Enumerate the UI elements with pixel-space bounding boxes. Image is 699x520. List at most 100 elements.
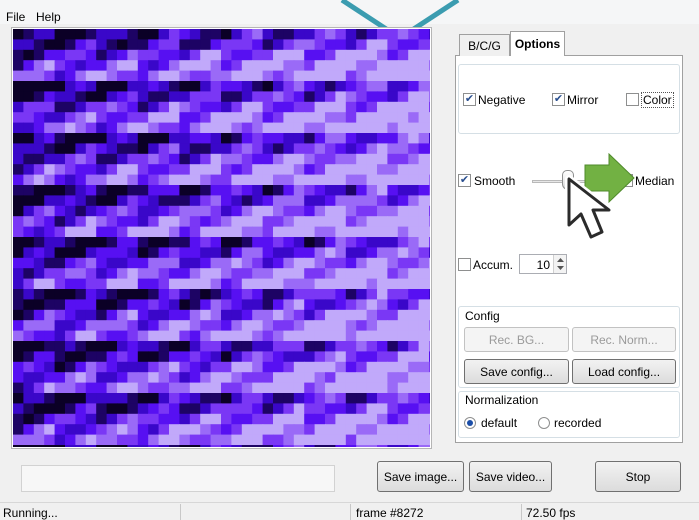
video-pixel [335,122,347,134]
recorded-radio[interactable] [538,417,550,429]
video-pixel [65,70,76,82]
video-pixel [387,226,399,238]
rec-norm-button[interactable]: Rec. Norm... [572,327,676,352]
video-pixel [189,351,201,363]
tab-options[interactable]: Options [510,31,565,56]
video-pixel [169,164,180,176]
video-pixel [377,434,388,446]
save-config-button[interactable]: Save config... [464,359,569,384]
video-pixel [65,237,76,248]
video-pixel [345,226,357,238]
accum-spin-arrows[interactable] [553,255,566,273]
save-video-button[interactable]: Save video... [469,461,552,492]
video-pixel [106,195,118,207]
video-pixel [387,205,399,217]
video-pixel [148,393,160,404]
video-pixel [96,237,108,248]
video-pixel [75,164,87,176]
video-pixel [377,226,388,238]
video-pixel [210,247,222,259]
video-pixel [293,372,305,384]
video-pixel [169,39,180,51]
video-pixel [200,29,212,40]
video-pixel [356,382,368,394]
video-pixel [293,237,305,248]
video-pixel [33,237,45,248]
video-pixel [418,299,430,311]
video-pixel [189,143,201,155]
video-pixel [117,143,128,155]
video-pixel [304,424,316,436]
video-pixel [169,91,180,103]
video-pixel [283,434,295,446]
menu-file[interactable]: File [6,10,25,24]
smooth-checkbox[interactable]: ✔ [458,174,471,187]
video-pixel [397,289,409,300]
video-pixel [148,320,160,332]
video-pixel [210,205,222,217]
load-config-button[interactable]: Load config... [572,359,676,384]
accum-value: 10 [536,258,550,272]
tab-bcg[interactable]: B/C/G [459,34,510,56]
video-pixel [221,289,232,300]
default-radio[interactable] [464,417,476,429]
video-pixel [418,413,430,425]
video-pixel [85,29,97,40]
video-pixel [13,434,24,446]
video-pixel [44,330,56,342]
video-pixel [75,361,87,373]
video-pixel [75,413,87,425]
video-pixel [85,372,97,384]
video-pixel [304,361,316,373]
video-pixel [221,351,232,363]
video-pixel [335,424,347,436]
video-pixel [106,382,118,394]
video-pixel [127,39,139,51]
video-pixel [356,49,368,61]
video-pixel [44,164,56,176]
mirror-checkbox[interactable]: ✔ [552,93,565,106]
video-pixel [429,351,430,363]
video-pixel [408,268,420,280]
video-pixel [397,393,409,404]
video-pixel [429,330,430,342]
negative-checkbox[interactable]: ✔ [463,93,476,106]
video-pixel [44,60,56,72]
video-pixel [137,205,149,217]
video-pixel [96,309,108,321]
video-pixel [335,247,347,259]
video-pixel [304,122,316,134]
normalization-title: Normalization [465,393,539,407]
video-pixel [127,247,139,259]
accum-spinbox[interactable]: 10 [519,254,567,274]
video-pixel [158,445,170,447]
video-pixel [44,237,56,248]
video-pixel [127,49,139,61]
video-pixel [13,361,24,373]
video-pixel [377,299,388,311]
video-pixel [210,361,222,373]
video-pixel [325,351,336,363]
video-pixel [283,60,295,72]
video-pixel [377,247,388,259]
video-pixel [200,268,212,280]
rec-bg-button[interactable]: Rec. BG... [464,327,569,352]
accum-checkbox[interactable] [458,258,471,271]
color-checkbox[interactable] [626,93,639,106]
video-pixel [210,299,222,311]
stop-button[interactable]: Stop [595,461,681,492]
video-pixel [283,372,295,384]
video-pixel [345,330,357,342]
video-pixel [366,101,378,113]
menu-help[interactable]: Help [36,10,61,24]
video-pixel [13,164,24,176]
video-pixel [148,434,160,446]
video-pixel [200,361,212,373]
video-pixel [408,351,420,363]
video-pixel [189,29,201,40]
video-pixel [304,39,316,51]
video-pixel [127,205,139,217]
save-image-button[interactable]: Save image... [377,461,464,492]
video-pixel [377,361,388,373]
video-pixel [397,278,409,290]
